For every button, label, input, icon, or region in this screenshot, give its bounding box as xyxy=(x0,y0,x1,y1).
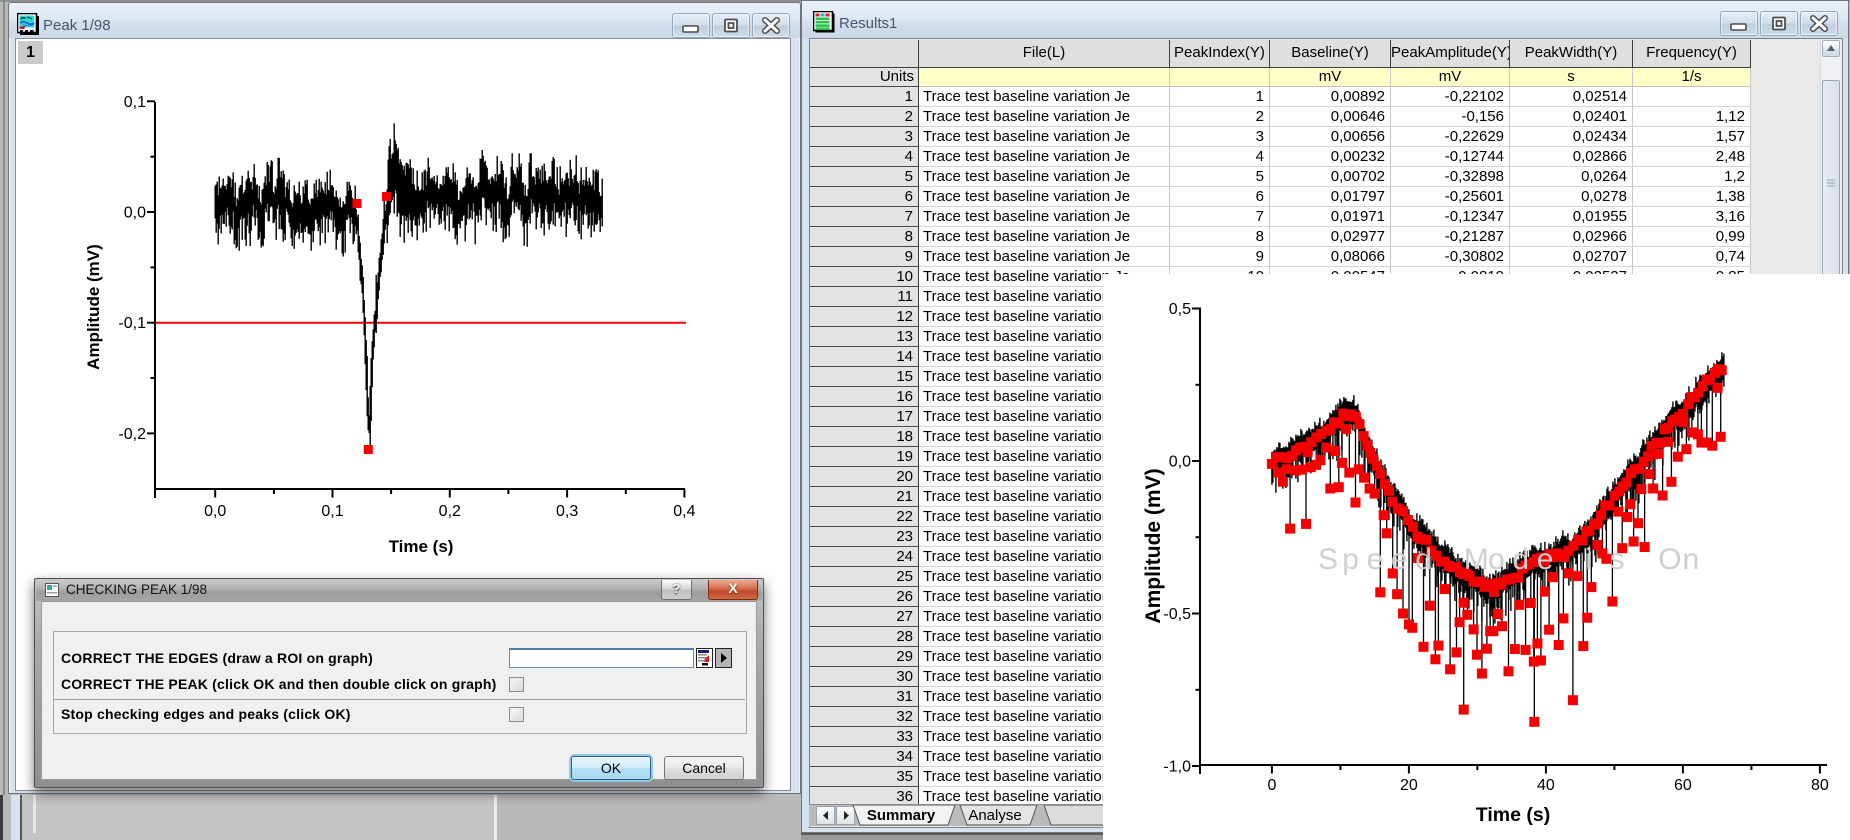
svg-text:0: 0 xyxy=(1267,777,1276,794)
svg-text:Analyse: Analyse xyxy=(968,807,1021,824)
svg-text:Time (s): Time (s) xyxy=(1476,804,1550,826)
svg-text:e: e xyxy=(1537,543,1554,576)
svg-text:40: 40 xyxy=(1537,777,1555,794)
svg-text:-0,1: -0,1 xyxy=(118,315,146,332)
svg-text:0,0: 0,0 xyxy=(204,503,226,520)
svg-text:O: O xyxy=(1658,543,1681,576)
svg-text:M: M xyxy=(1464,543,1489,576)
svg-text:0,5: 0,5 xyxy=(1169,301,1191,318)
svg-text:e: e xyxy=(1391,543,1408,576)
svg-text:Amplitude (mV): Amplitude (mV) xyxy=(1142,468,1165,623)
svg-text:-1,0: -1,0 xyxy=(1163,759,1191,776)
svg-text:0,1: 0,1 xyxy=(321,503,343,520)
svg-text:d: d xyxy=(1512,543,1529,576)
svg-text:80: 80 xyxy=(1811,777,1829,794)
svg-text:d: d xyxy=(1415,543,1432,576)
svg-text:o: o xyxy=(1488,543,1505,576)
svg-text:60: 60 xyxy=(1674,777,1692,794)
svg-text:0,3: 0,3 xyxy=(556,503,578,520)
svg-text:Summary: Summary xyxy=(867,807,936,824)
svg-text:-0,2: -0,2 xyxy=(118,426,146,443)
svg-text:-0,5: -0,5 xyxy=(1163,606,1191,623)
svg-text:s: s xyxy=(1610,543,1625,576)
svg-text:Time (s): Time (s) xyxy=(389,537,454,556)
svg-text:p: p xyxy=(1342,543,1359,576)
svg-text:i: i xyxy=(1585,543,1592,576)
svg-text:0,0: 0,0 xyxy=(1169,454,1191,471)
svg-text:0,1: 0,1 xyxy=(124,94,146,111)
svg-text:0,4: 0,4 xyxy=(673,503,695,520)
svg-text:0,2: 0,2 xyxy=(439,503,461,520)
svg-text:e: e xyxy=(1367,543,1384,576)
svg-text:S: S xyxy=(1318,543,1338,576)
svg-text:0,0: 0,0 xyxy=(124,205,146,222)
svg-text:n: n xyxy=(1683,543,1700,576)
svg-text:20: 20 xyxy=(1400,777,1418,794)
svg-text:Amplitude (mV): Amplitude (mV) xyxy=(84,244,103,370)
